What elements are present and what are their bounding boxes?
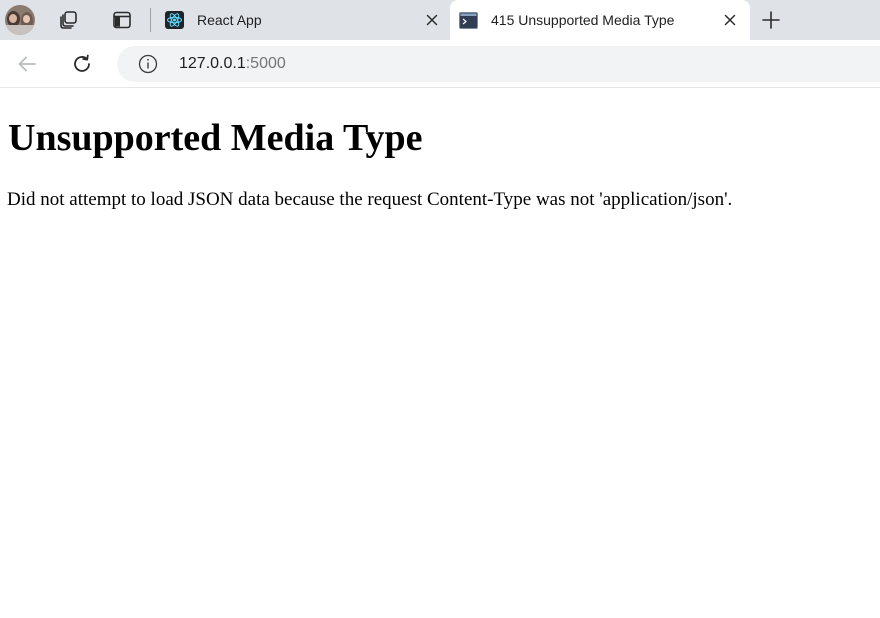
close-icon [426,14,438,26]
workspaces-button[interactable] [55,6,83,34]
tab-title: 415 Unsupported Media Type [491,12,675,28]
reload-button[interactable] [68,50,96,78]
vertical-tabs-button[interactable] [108,6,136,34]
avatar-shape [5,25,35,35]
browser-toolbar: 127.0.0.1:5000 [0,40,880,88]
terminal-icon [459,11,478,29]
close-tab-button[interactable] [722,12,738,28]
tab-strip-divider [150,8,151,32]
workspaces-icon [60,11,77,29]
url-host: 127.0.0.1 [179,55,246,72]
reload-icon [74,54,90,72]
back-arrow-icon [18,56,36,72]
avatar-shape [23,15,30,23]
error-heading: Unsupported Media Type [8,117,423,159]
tab-strip: React App 415 Unsupported Media Type [0,0,880,40]
page-content: Unsupported Media Type Did not attempt t… [0,88,880,618]
address-bar[interactable]: 127.0.0.1:5000 [117,46,880,82]
back-button[interactable] [13,50,41,78]
sidebar-layout-icon [113,11,131,29]
browser-window: React App 415 Unsupported Media Type 127… [0,0,880,618]
react-icon [165,11,184,29]
close-icon [724,14,736,26]
error-message: Did not attempt to load JSON data becaus… [7,189,733,210]
tab-title: React App [197,12,262,28]
plus-icon [762,11,780,29]
url-text[interactable]: 127.0.0.1:5000 [179,55,286,73]
new-tab-button[interactable] [757,6,785,34]
url-port: :5000 [245,55,286,72]
profile-avatar[interactable] [5,5,35,35]
close-tab-button[interactable] [424,12,440,28]
tab-unsupported-media-type[interactable]: 415 Unsupported Media Type [450,0,750,40]
site-info-icon[interactable] [138,54,158,74]
avatar-shape [9,14,17,23]
tab-react-app[interactable]: React App [156,0,448,40]
